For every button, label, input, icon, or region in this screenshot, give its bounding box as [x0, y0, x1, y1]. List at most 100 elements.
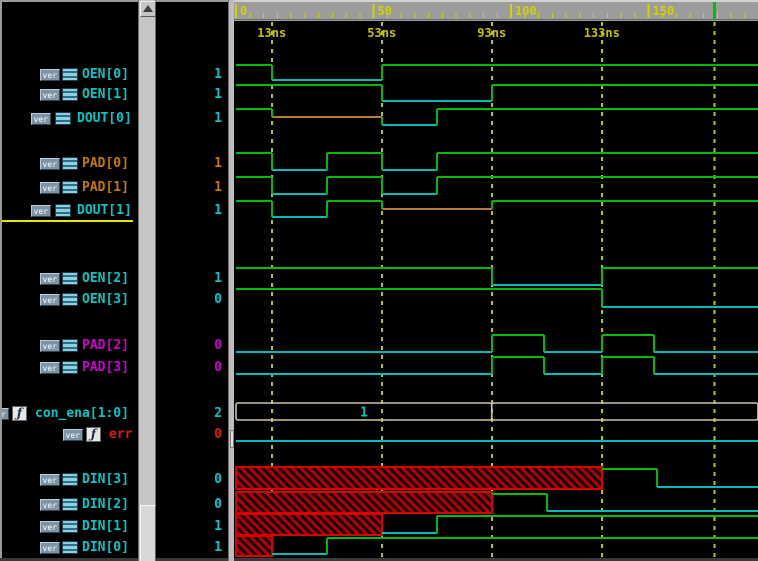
- ver-badge: ver: [40, 499, 60, 511]
- signal-value-OEN[3]: 0: [162, 291, 222, 309]
- ver-badge: ver: [31, 205, 51, 217]
- ruler-label: 150: [653, 4, 675, 18]
- waveform-DIN[3]: [236, 467, 758, 489]
- waveform-signal-icon: [55, 112, 71, 125]
- signal-name[interactable]: OEN[3]: [82, 292, 129, 307]
- signal-value-OEN[0]: 1: [162, 66, 222, 84]
- signal-row-err[interactable]: verƒerr: [2, 426, 138, 444]
- ruler-label: 0: [240, 4, 247, 18]
- selected-signal-underline: [2, 220, 133, 222]
- signal-value-con_ena[1:0]: 2: [162, 405, 222, 423]
- divider-scrollbar-thumb[interactable]: [230, 430, 234, 448]
- waveform-PAD[2]: [236, 335, 758, 352]
- signal-value-OEN[1]: 1: [162, 86, 222, 104]
- signal-row-PAD[1][interactable]: ver PAD[1]: [2, 179, 138, 197]
- signal-row-DOUT[0][interactable]: ver DOUT[0]: [2, 110, 138, 128]
- signal-row-PAD[0][interactable]: ver PAD[0]: [2, 155, 138, 173]
- panel-divider-scrollbar[interactable]: [228, 0, 234, 561]
- signal-value-DIN[0]: 1: [162, 539, 222, 557]
- signal-name[interactable]: DOUT[1]: [77, 203, 132, 218]
- signal-name[interactable]: DIN[1]: [82, 519, 129, 534]
- waveform-signal-icon: [62, 68, 78, 81]
- waveform-signal-icon: [62, 272, 78, 285]
- ver-badge: ver: [40, 294, 60, 306]
- signal-value-DOUT[1]: 1: [162, 202, 222, 220]
- signal-value-PAD[1]: 1: [162, 179, 222, 197]
- left-vertical-scrollbar[interactable]: [138, 0, 156, 561]
- waveform-signal-icon: [62, 361, 78, 374]
- signal-name[interactable]: DOUT[0]: [77, 111, 132, 126]
- function-signal-icon: ƒ: [12, 406, 27, 421]
- signal-value-DIN[2]: 0: [162, 496, 222, 514]
- ver-badge: ver: [40, 542, 60, 554]
- waveform-signal-icon: [62, 157, 78, 170]
- signal-name[interactable]: PAD[3]: [82, 360, 129, 375]
- signal-name[interactable]: OEN[2]: [82, 271, 129, 286]
- waveform-canvas[interactable]: 05010015013ns53ns93ns133ns1: [234, 0, 758, 561]
- cursor-label: 133ns: [584, 26, 620, 40]
- waveform-panel[interactable]: 05010015013ns53ns93ns133ns1: [234, 0, 758, 561]
- signal-row-DIN[0][interactable]: ver DIN[0]: [2, 539, 138, 557]
- waveform-signal-icon: [62, 181, 78, 194]
- waveform-PAD[0]: [236, 153, 758, 170]
- signal-row-con_ena[1:0][interactable]: verƒ con_ena[1:0]: [2, 405, 138, 423]
- waveform-PAD[1]: [236, 177, 758, 194]
- waveform-signal-icon: [62, 339, 78, 352]
- waveform-DOUT[1]: [236, 201, 758, 217]
- waveform-OEN[3]: [236, 289, 758, 307]
- waveform-signal-icon: [55, 204, 71, 217]
- signal-row-OEN[1][interactable]: verOEN[1]: [2, 86, 138, 104]
- signal-name[interactable]: err: [109, 427, 132, 442]
- signal-name[interactable]: DIN[0]: [82, 540, 129, 555]
- waveform-signal-icon: [62, 88, 78, 101]
- signal-value-DOUT[0]: 1: [162, 110, 222, 128]
- signal-row-OEN[2][interactable]: verOEN[2]: [2, 270, 138, 288]
- ver-badge: ver: [40, 474, 60, 486]
- waveform-signal-icon: [62, 520, 78, 533]
- signal-name[interactable]: PAD[1]: [82, 180, 129, 195]
- signal-value-PAD[3]: 0: [162, 359, 222, 377]
- signal-value-panel: 1111111000200011: [156, 0, 228, 561]
- signal-name[interactable]: con_ena[1:0]: [35, 406, 129, 421]
- signal-row-DOUT[1][interactable]: ver DOUT[1]: [2, 202, 138, 220]
- waveform-viewer-window: verOEN[0]verOEN[1]verDOUT[0]verPAD[0]ver…: [0, 0, 758, 561]
- waveform-OEN[1]: [236, 85, 758, 101]
- ver-badge: ver: [40, 362, 60, 374]
- scroll-up-button[interactable]: [140, 1, 156, 17]
- signal-value-OEN[2]: 1: [162, 270, 222, 288]
- ver-badge: ver: [0, 408, 9, 420]
- waveform-PAD[3]: [236, 357, 758, 374]
- vertical-scrollbar-thumb[interactable]: [140, 505, 156, 561]
- ver-badge: ver: [40, 158, 60, 170]
- signal-row-DIN[3][interactable]: ver DIN[3]: [2, 471, 138, 489]
- cursor-label: 13ns: [257, 26, 286, 40]
- signal-name[interactable]: OEN[1]: [82, 87, 129, 102]
- signal-name[interactable]: DIN[3]: [82, 472, 129, 487]
- ver-badge: ver: [40, 340, 60, 352]
- time-ruler[interactable]: [234, 0, 758, 21]
- waveform-signal-icon: [62, 293, 78, 306]
- waveform-OEN[0]: [236, 65, 758, 80]
- waveform-DIN[1]: [236, 514, 758, 535]
- waveform-signal-icon: [62, 473, 78, 486]
- signal-name[interactable]: DIN[2]: [82, 497, 129, 512]
- signal-row-DIN[2][interactable]: ver DIN[2]: [2, 496, 138, 514]
- ver-badge: ver: [31, 113, 51, 125]
- waveform-signal-icon: [62, 498, 78, 511]
- ver-badge: ver: [63, 429, 83, 441]
- ver-badge: ver: [40, 521, 60, 533]
- signal-name-panel: verOEN[0]verOEN[1]verDOUT[0]verPAD[0]ver…: [0, 0, 138, 561]
- waveform-DIN[2]: [236, 492, 758, 513]
- ver-badge: ver: [40, 182, 60, 194]
- signal-row-OEN[0][interactable]: verOEN[0]: [2, 66, 138, 84]
- signal-row-PAD[2][interactable]: ver PAD[2]: [2, 337, 138, 355]
- signal-name[interactable]: OEN[0]: [82, 67, 129, 82]
- cursor-label: 93ns: [477, 26, 506, 40]
- signal-row-DIN[1][interactable]: ver DIN[1]: [2, 518, 138, 536]
- signal-row-OEN[3][interactable]: ver OEN[3]: [2, 291, 138, 309]
- waveform-signal-icon: [62, 541, 78, 554]
- signal-name[interactable]: PAD[0]: [82, 156, 129, 171]
- signal-value-DIN[1]: 1: [162, 518, 222, 536]
- signal-name[interactable]: PAD[2]: [82, 338, 129, 353]
- signal-row-PAD[3][interactable]: ver PAD[3]: [2, 359, 138, 377]
